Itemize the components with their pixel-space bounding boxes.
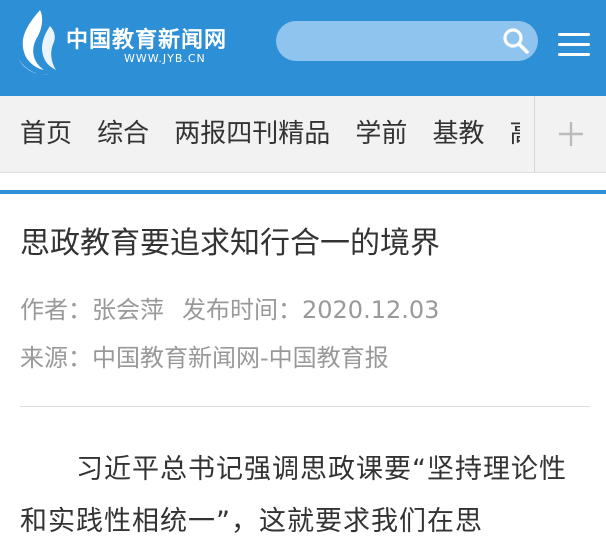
section-divider (0, 190, 606, 194)
nav-item-basic-education[interactable]: 基教 (412, 96, 484, 172)
nav-item-general[interactable]: 综合 (77, 96, 149, 172)
channel-nav: 首页 综合 两报四刊精品 学前 基教 高 (0, 96, 606, 173)
nav-item-featured[interactable]: 两报四刊精品 (154, 96, 330, 172)
logo-url: WWW.JYB.CN (124, 52, 206, 65)
plus-icon (559, 122, 583, 146)
site-header: 中国教育新闻网 WWW.JYB.CN (0, 0, 606, 96)
search-input[interactable] (294, 29, 498, 55)
article-paragraph: 习近平总书记强调思政课要“坚持理论性和实践性相统一”，这就要求我们在思 (20, 454, 567, 537)
article-date: 发布时间：2020.12.03 (182, 296, 440, 324)
nav-item-home[interactable]: 首页 (0, 96, 72, 172)
meta-divider (20, 406, 590, 407)
search-icon[interactable] (502, 27, 530, 55)
search-box[interactable] (276, 21, 538, 61)
channel-nav-items: 首页 综合 两报四刊精品 学前 基教 高 (0, 96, 520, 172)
site-logo[interactable]: 中国教育新闻网 WWW.JYB.CN (14, 8, 234, 80)
hamburger-menu-icon[interactable] (556, 30, 592, 60)
article-source: 来源：中国教育新闻网-中国教育报 (20, 344, 389, 372)
article-meta-author-date: 作者：张会萍 发布时间：2020.12.03 (20, 290, 590, 325)
logo-wordmark: 中国教育新闻网 (66, 27, 228, 53)
nav-item-preschool[interactable]: 学前 (335, 96, 407, 172)
flame-logo-icon (18, 10, 56, 75)
article-title: 思政教育要追求知行合一的境界 (20, 226, 440, 261)
article-author: 作者：张会萍 (20, 296, 164, 324)
nav-item-higher-education[interactable]: 高 (490, 96, 520, 172)
nav-expand-button[interactable] (534, 96, 606, 172)
